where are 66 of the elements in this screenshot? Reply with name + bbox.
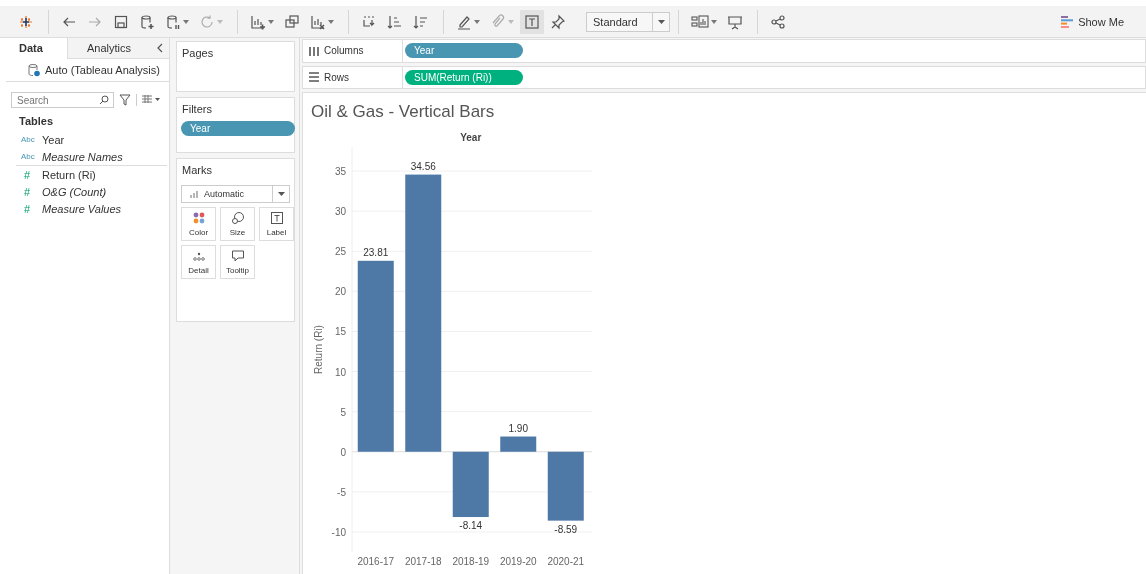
axis-tick-label: 2017-18 xyxy=(404,556,442,567)
caret-icon[interactable] xyxy=(657,19,665,24)
card-title: Pages xyxy=(181,47,215,61)
field-item[interactable]: Abc Measure Names xyxy=(0,148,169,165)
show-me-icon xyxy=(1061,15,1074,28)
show-me-button[interactable]: Show Me xyxy=(1061,15,1124,28)
axis-tick-label: 2020-21 xyxy=(547,556,585,567)
field-item[interactable]: # O&G (Count) xyxy=(0,183,169,200)
collapse-icon[interactable] xyxy=(156,43,163,53)
view-list-icon[interactable] xyxy=(142,95,160,105)
mark-size-dropdown[interactable]: Standard xyxy=(586,11,670,32)
filter-icon[interactable] xyxy=(119,94,131,106)
size-circles-icon xyxy=(230,211,245,225)
value-label: 34.56 xyxy=(410,160,436,172)
axis-tick-label: 2016-17 xyxy=(357,556,395,567)
caret-icon[interactable] xyxy=(277,192,285,196)
text-label-icon[interactable] xyxy=(520,9,544,34)
card-title: Filters xyxy=(181,103,213,117)
value-label: -8.14 xyxy=(459,520,483,532)
search-field[interactable]: Search xyxy=(11,92,114,108)
tables-heading: Tables xyxy=(18,114,55,129)
panel-tab[interactable]: Analytics xyxy=(68,38,136,59)
mark-button[interactable]: Tooltip xyxy=(220,245,255,279)
axis-tick-label: 30 xyxy=(334,206,346,218)
search-icon xyxy=(99,95,109,105)
database-icon xyxy=(28,63,40,77)
mark-button[interactable]: Color xyxy=(181,207,216,241)
bar[interactable] xyxy=(405,174,442,452)
field-item[interactable]: # Measure Values xyxy=(0,200,169,217)
bar-chart-icon xyxy=(190,190,199,198)
mark-button[interactable]: Size xyxy=(220,207,255,241)
mark-button[interactable]: Label xyxy=(259,207,294,241)
axis-tick-label: 15 xyxy=(334,326,346,338)
value-label: 23.81 xyxy=(363,246,389,258)
text-label-icon xyxy=(269,211,284,225)
axis-tick-label: 25 xyxy=(334,246,346,258)
axis-tick-label: 2019-20 xyxy=(499,556,537,567)
columns-icon xyxy=(309,45,319,56)
column-header: Year xyxy=(460,132,482,143)
field-item[interactable]: # Return (Ri) xyxy=(0,166,169,183)
mark-type-dropdown[interactable]: Automatic xyxy=(181,185,290,203)
sheet-title: Oil & Gas - Vertical Bars xyxy=(310,101,496,123)
value-label: 1.90 xyxy=(508,422,528,434)
card-title: Marks xyxy=(181,164,213,178)
data-source-name[interactable]: Auto (Tableau Analysis) xyxy=(45,64,160,76)
axis-tick-label: 2018-19 xyxy=(452,556,490,567)
value-label: -8.59 xyxy=(554,523,578,535)
bar[interactable] xyxy=(357,260,394,452)
axis-tick-label: 10 xyxy=(334,366,346,378)
rows-icon xyxy=(309,72,319,83)
shelf-label: Columns xyxy=(324,45,364,57)
bar[interactable] xyxy=(452,451,489,518)
axis-tick-label: 20 xyxy=(334,286,346,298)
axis-tick-label: 35 xyxy=(334,166,346,178)
axis-tick-label: -5 xyxy=(337,486,346,498)
tooltip-icon xyxy=(230,249,245,263)
axis-title: Return (Ri) xyxy=(313,325,324,374)
mark-button[interactable]: Detail xyxy=(181,245,216,279)
axis-tick-label: 5 xyxy=(340,406,346,418)
color-dots-icon xyxy=(191,211,206,225)
axis-tick-label: -10 xyxy=(331,526,346,538)
field-item[interactable]: Abc Year xyxy=(0,131,169,148)
bar[interactable] xyxy=(547,451,584,521)
shelf-label: Rows xyxy=(324,71,349,83)
axis-tick-label: 0 xyxy=(340,446,346,458)
bar[interactable] xyxy=(500,436,537,452)
